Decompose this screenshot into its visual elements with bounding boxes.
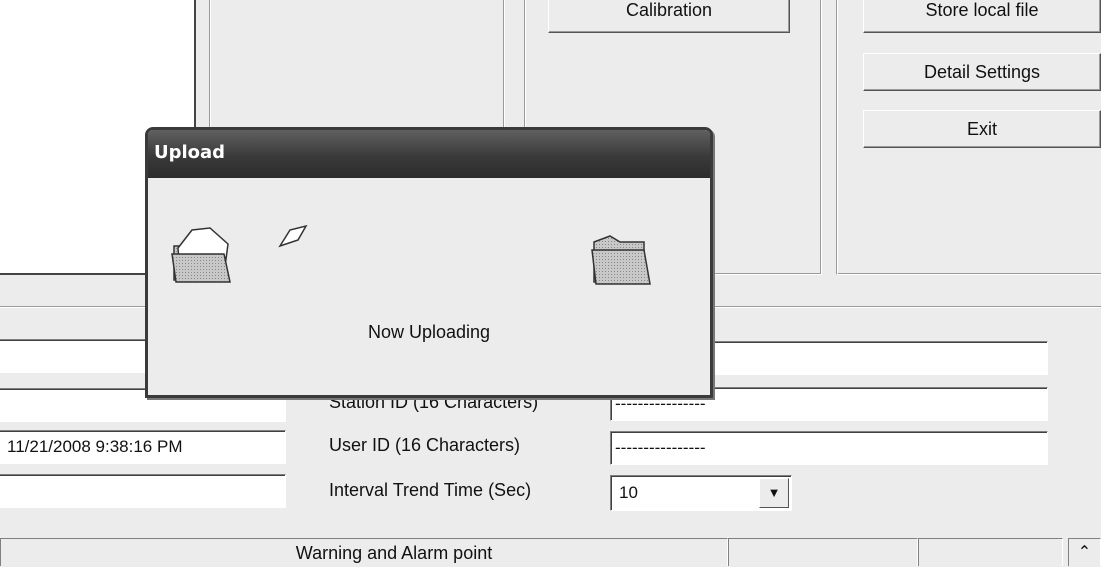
document-icon	[278, 224, 308, 248]
upload-status-message: Now Uploading	[367, 322, 491, 342]
scroll-up-button[interactable]: ⌃	[1068, 538, 1101, 566]
upload-dialog: Upload Now Uploading	[145, 127, 713, 398]
status-warning-alarm: Warning and Alarm point	[0, 538, 728, 566]
dialog-body: Now Uploading	[148, 178, 710, 395]
calibration-button[interactable]: Calibration	[548, 0, 790, 33]
user-id-label: User ID (16 Characters)	[329, 435, 521, 455]
status-warning-label: Warning and Alarm point	[295, 543, 493, 563]
datetime-field: 11/21/2008 9:38:16 PM	[0, 430, 286, 464]
interval-trend-time-select[interactable]: 10 ▼	[610, 475, 792, 511]
chevron-up-icon: ⌃	[1077, 544, 1092, 561]
open-folder-icon	[171, 227, 231, 283]
detail-settings-button[interactable]: Detail Settings	[863, 53, 1101, 91]
closed-folder-icon	[591, 235, 651, 285]
status-cell-3	[918, 538, 1063, 566]
exit-button[interactable]: Exit	[863, 110, 1101, 148]
triangle-down-icon[interactable]: ▼	[759, 478, 789, 508]
dialog-title: Upload	[154, 142, 226, 163]
left-field-4	[0, 474, 286, 508]
store-local-file-button[interactable]: Store local file	[863, 0, 1101, 33]
interval-trend-time-value: 10	[619, 483, 638, 502]
dialog-titlebar[interactable]: Upload	[148, 130, 710, 178]
status-cell-2	[728, 538, 918, 566]
interval-trend-time-label: Interval Trend Time (Sec)	[329, 480, 532, 500]
user-id-field[interactable]: ----------------	[610, 431, 1048, 465]
